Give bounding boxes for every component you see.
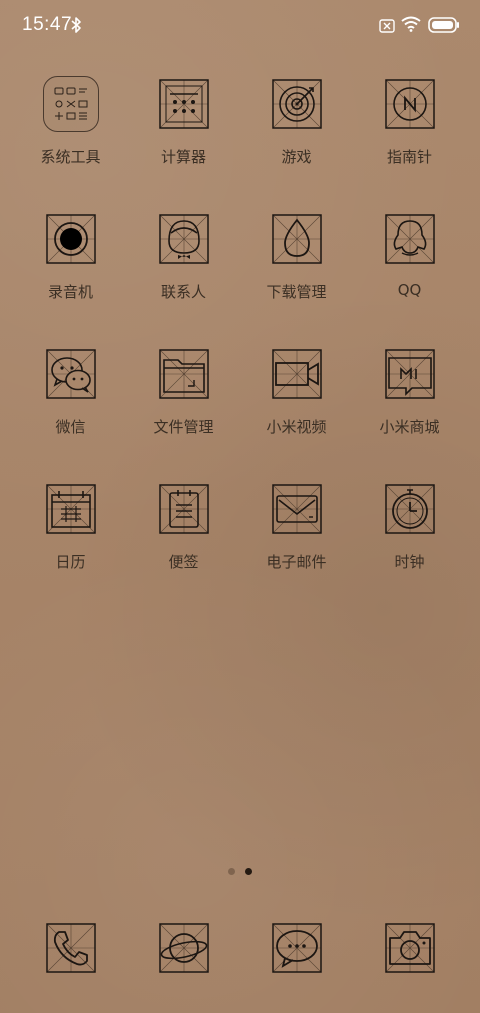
dock: [0, 920, 480, 980]
app-label: 小米视频: [266, 418, 327, 436]
download-drop-icon: [269, 211, 325, 267]
app-mi-store[interactable]: 小米商城: [353, 346, 466, 456]
app-label: 指南针: [386, 148, 432, 166]
app-label: 电子邮件: [266, 553, 327, 571]
app-downloads[interactable]: 下载管理: [240, 211, 353, 321]
clock-icon: [382, 481, 438, 537]
app-label: 录音机: [47, 283, 93, 301]
app-label: 游戏: [281, 148, 312, 166]
status-bar: 15:47: [0, 0, 480, 52]
contacts-icon: [156, 211, 212, 267]
app-label: 时钟: [394, 553, 425, 571]
app-system-tools[interactable]: 系统工具: [14, 76, 127, 186]
calendar-icon: [43, 481, 99, 537]
mi-store-icon: [382, 346, 438, 402]
app-compass[interactable]: 指南针: [353, 76, 466, 186]
recorder-icon: [43, 211, 99, 267]
app-contacts[interactable]: 联系人: [127, 211, 240, 321]
app-label: 微信: [55, 418, 86, 436]
app-label: QQ: [397, 281, 422, 299]
app-mi-video[interactable]: 小米视频: [240, 346, 353, 456]
notes-icon: [156, 481, 212, 537]
app-wechat[interactable]: 微信: [14, 346, 127, 456]
app-calculator[interactable]: 计算器: [127, 76, 240, 186]
page-dot[interactable]: [228, 868, 235, 875]
app-label: 小米商城: [379, 418, 440, 436]
video-camera-icon: [269, 346, 325, 402]
page-indicator: [0, 868, 480, 878]
app-recorder[interactable]: 录音机: [14, 211, 127, 321]
dock-browser[interactable]: [127, 920, 240, 980]
app-calendar[interactable]: 日历: [14, 481, 127, 591]
app-clock[interactable]: 时钟: [353, 481, 466, 591]
folder-icon: [156, 346, 212, 402]
messages-icon: [269, 920, 325, 976]
target-icon: [269, 76, 325, 132]
mail-icon: [269, 481, 325, 537]
system-tools-folder-icon: [42, 76, 99, 132]
browser-planet-icon: [156, 920, 212, 976]
compass-icon: [382, 76, 438, 132]
app-label: 计算器: [160, 148, 206, 166]
no-sim-icon: [379, 18, 395, 37]
app-label: 联系人: [160, 283, 206, 301]
app-email[interactable]: 电子邮件: [240, 481, 353, 591]
wechat-icon: [43, 346, 99, 402]
page-dot-active[interactable]: [245, 868, 252, 875]
camera-icon: [382, 920, 438, 976]
app-label: 文件管理: [153, 418, 214, 436]
app-label: 日历: [55, 553, 86, 571]
app-games[interactable]: 游戏: [240, 76, 353, 186]
calculator-icon: [156, 76, 212, 132]
app-notes[interactable]: 便签: [127, 481, 240, 591]
dock-phone[interactable]: [14, 920, 127, 980]
app-file-manager[interactable]: 文件管理: [127, 346, 240, 456]
app-label: 下载管理: [266, 283, 327, 301]
dock-camera[interactable]: [353, 920, 466, 980]
wifi-icon: [401, 16, 421, 36]
bluetooth-icon: [70, 16, 82, 38]
app-label: 便签: [168, 553, 199, 571]
status-time: 15:47: [22, 14, 73, 35]
phone-icon: [43, 920, 99, 976]
dock-messages[interactable]: [240, 920, 353, 980]
battery-icon: [428, 17, 460, 37]
app-qq[interactable]: QQ: [353, 211, 466, 321]
app-label: 系统工具: [40, 148, 101, 166]
qq-penguin-icon: [382, 211, 438, 267]
